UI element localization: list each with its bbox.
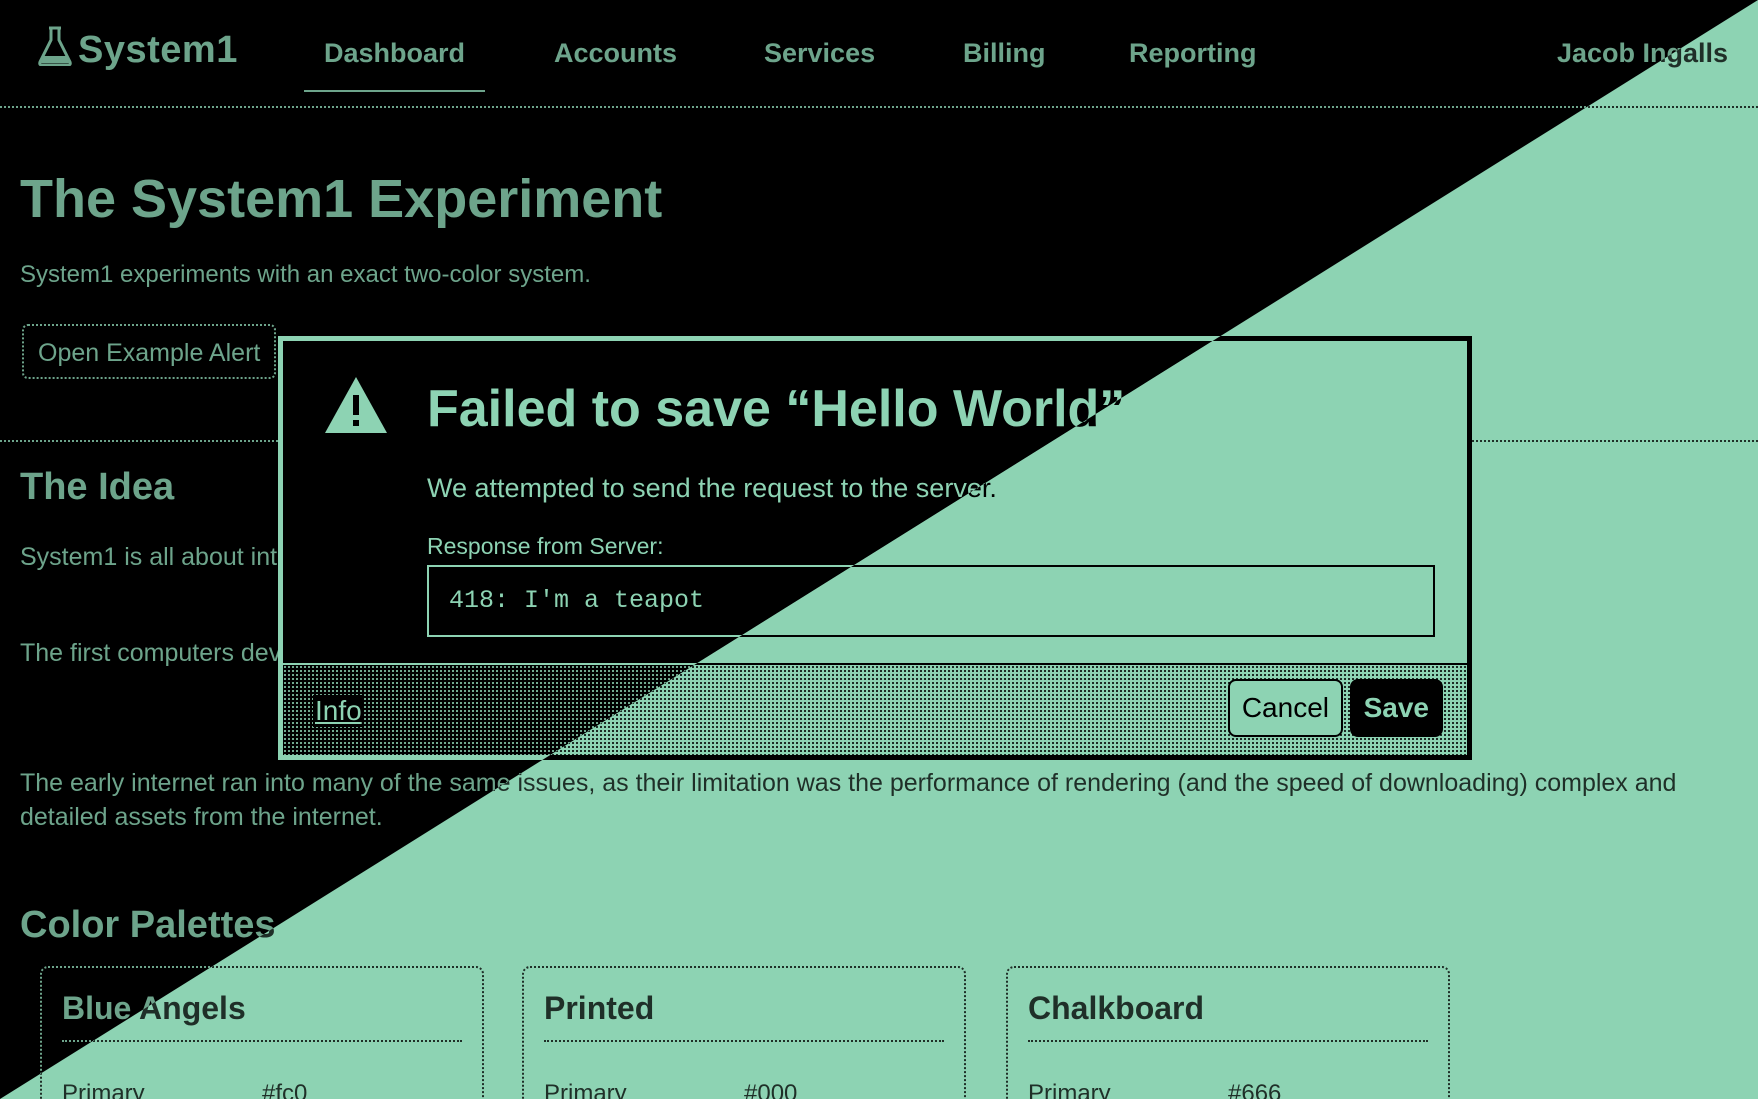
info-link[interactable]: Info: [313, 695, 364, 727]
nav-item-services[interactable]: Services: [764, 38, 875, 69]
nav-item-billing[interactable]: Billing: [963, 38, 1046, 69]
palette-row-value: #000: [744, 1080, 798, 1099]
palette-row-value: #666: [1228, 1080, 1282, 1099]
palette-card-chalkboard[interactable]: Chalkboard Primary #666: [1006, 966, 1450, 1099]
palette-row-label: Primary: [1028, 1080, 1111, 1099]
nav-item-dashboard[interactable]: Dashboard: [303, 38, 486, 92]
save-button[interactable]: Save: [1349, 679, 1443, 737]
page-title: The System1 Experiment: [20, 169, 663, 229]
idea-heading: The Idea: [20, 466, 175, 508]
response-label: Response from Server:: [427, 533, 664, 559]
palette-name: Chalkboard: [1028, 990, 1205, 1026]
flask-icon: [38, 26, 72, 76]
palette-row-label: Primary: [544, 1080, 627, 1099]
warning-triangle-icon: [323, 375, 389, 440]
palette-name: Printed: [544, 990, 655, 1026]
open-example-alert-button[interactable]: Open Example Alert: [22, 324, 277, 379]
cancel-button[interactable]: Cancel: [1227, 679, 1343, 737]
nav-item-accounts[interactable]: Accounts: [554, 38, 677, 69]
top-navigation: System1 Dashboard Accounts Services Bill…: [0, 0, 1758, 108]
dialog-title: Failed to save “Hello World”: [427, 380, 1126, 438]
brand-name: System1: [78, 29, 238, 71]
card-divider: [1028, 1040, 1428, 1042]
palettes-heading: Color Palettes: [20, 904, 276, 946]
brand-logo[interactable]: System1: [38, 26, 238, 76]
page-lead: System1 experiments with an exact two-co…: [20, 261, 591, 288]
card-divider: [62, 1040, 462, 1042]
palette-row-label: Primary: [62, 1080, 145, 1099]
card-divider: [544, 1040, 944, 1042]
palette-row-value: #fc0: [262, 1080, 308, 1099]
dialog-message: We attempted to send the request to the …: [427, 473, 997, 503]
nav-item-reporting[interactable]: Reporting: [1129, 38, 1257, 69]
palette-card-printed[interactable]: Printed Primary #000: [522, 966, 966, 1099]
